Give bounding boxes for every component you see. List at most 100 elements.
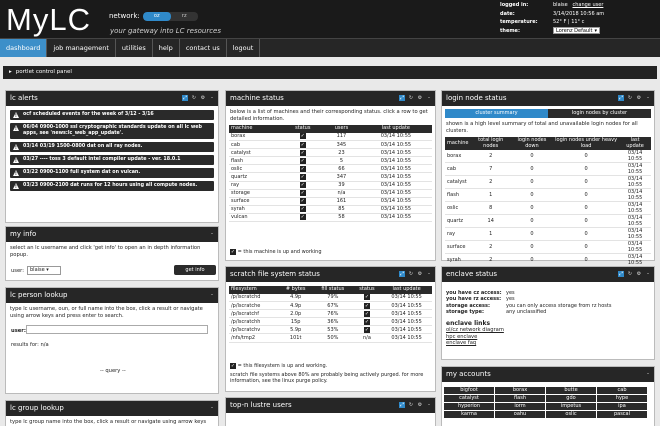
- refresh-icon[interactable]: ↻: [408, 95, 414, 101]
- alert-item[interactable]: 03/14 03/19 1500-0800 dat on all ray nod…: [10, 142, 214, 152]
- alert-item[interactable]: 06/04 0900-1000 ssl cryptographic standa…: [10, 123, 214, 139]
- machine-name: vulcan: [229, 213, 283, 223]
- nav-job-management[interactable]: job management: [47, 39, 116, 57]
- table-row[interactable]: surface 2 0 0 03/14 10:55: [445, 240, 651, 254]
- table-row[interactable]: flash ✓ 5 03/14 10:55: [229, 156, 432, 166]
- account-badge[interactable]: hyperion: [444, 403, 494, 410]
- table-row[interactable]: ray 1 0 0 03/14 10:55: [445, 227, 651, 241]
- table-row[interactable]: catalyst 2 0 0 03/14 10:55: [445, 175, 651, 189]
- account-badge[interactable]: karma: [444, 411, 494, 418]
- refresh-icon[interactable]: ↻: [191, 95, 197, 101]
- nav-help[interactable]: help: [153, 39, 180, 57]
- table-row[interactable]: syrah ✓ 85 03/14 10:55: [229, 205, 432, 214]
- refresh-icon[interactable]: ↻: [627, 271, 633, 277]
- alert-item[interactable]: 03/22 0900-1100 full system dat on vulca…: [10, 168, 214, 178]
- account-badge[interactable]: ipa: [597, 403, 647, 410]
- table-row[interactable]: borax 2 0 0 03/14 10:55: [445, 150, 651, 163]
- change-user-link[interactable]: change user: [572, 2, 603, 8]
- user-select[interactable]: blaise ▾: [27, 266, 61, 275]
- theme-select[interactable]: Lorenz Default ▾: [553, 27, 600, 35]
- heavy-load-cell: 0: [552, 253, 620, 267]
- network-option-rz[interactable]: rz: [171, 12, 199, 21]
- minimize-icon[interactable]: –: [209, 292, 215, 298]
- expand-icon[interactable]: ⤢: [182, 95, 188, 101]
- tab-login-nodes-by-cluster[interactable]: login nodes by cluster: [548, 109, 651, 118]
- alert-item[interactable]: 03/27 ---- toss 3 default intel compiler…: [10, 155, 214, 165]
- get-info-button[interactable]: get info: [174, 265, 216, 275]
- account-badge[interactable]: pascal: [597, 411, 647, 418]
- table-row[interactable]: oslic 8 0 0 03/14 10:55: [445, 201, 651, 215]
- table-row[interactable]: /nfs/tmp2 101t 50% n/a 03/14 10:55: [229, 333, 432, 343]
- minimize-icon[interactable]: –: [645, 271, 651, 277]
- table-row[interactable]: quartz ✓ 347 03/14 10:55: [229, 172, 432, 182]
- table-row[interactable]: /p/lscratche 4.9p 67% ✓ 03/14 10:55: [229, 301, 432, 311]
- app-logo[interactable]: MyLC: [6, 2, 91, 38]
- settings-icon[interactable]: ⚙: [417, 271, 423, 277]
- network-option-oz[interactable]: oz: [143, 12, 171, 21]
- minimize-icon[interactable]: –: [209, 231, 215, 237]
- table-row[interactable]: storage ✓ n/a 03/14 10:55: [229, 189, 432, 198]
- status-cell: ✓: [282, 164, 324, 174]
- settings-icon[interactable]: ⚙: [417, 95, 423, 101]
- table-row[interactable]: cab ✓ 345 03/14 10:55: [229, 140, 432, 150]
- table-row[interactable]: cab 7 0 0 03/14 10:55: [445, 162, 651, 176]
- minimize-icon[interactable]: –: [426, 271, 432, 277]
- portlet-control-panel[interactable]: ▸ portlet control panel: [3, 66, 657, 79]
- nav-logout[interactable]: logout: [227, 39, 261, 57]
- table-row[interactable]: catalyst ✓ 23 03/14 10:55: [229, 148, 432, 158]
- table-row[interactable]: ray ✓ 39 03/14 10:55: [229, 181, 432, 190]
- table-row[interactable]: syrah 2 0 0 03/14 10:55: [445, 253, 651, 267]
- minimize-icon[interactable]: –: [426, 95, 432, 101]
- nav-utilities[interactable]: utilities: [116, 39, 153, 57]
- nav-dashboard[interactable]: dashboard: [0, 39, 48, 57]
- table-row[interactable]: /p/lscratchd 4.9p 79% ✓ 03/14 10:55: [229, 293, 432, 303]
- table-row[interactable]: /p/lscratchh 15p 36% ✓ 03/14 10:55: [229, 317, 432, 327]
- account-badge[interactable]: hype: [597, 395, 647, 402]
- minimize-icon[interactable]: –: [426, 402, 432, 408]
- table-row[interactable]: borax ✓ 117 03/14 10:55: [229, 132, 432, 142]
- refresh-icon[interactable]: ↻: [408, 271, 414, 277]
- network-toggle[interactable]: oz rz: [143, 12, 198, 21]
- table-row[interactable]: vulcan ✓ 58 03/14 10:55: [229, 213, 432, 223]
- table-row[interactable]: flash 1 0 0 03/14 10:55: [445, 188, 651, 202]
- fill-status-cell: 36%: [313, 317, 353, 327]
- account-badge[interactable]: oslic: [546, 411, 596, 418]
- account-badge[interactable]: impetus: [546, 403, 596, 410]
- person-search-input[interactable]: [26, 325, 208, 334]
- refresh-icon[interactable]: ↻: [408, 402, 414, 408]
- settings-icon[interactable]: ⚙: [417, 402, 423, 408]
- alert-item[interactable]: 03/23 0900-2100 dat runs for 12 hours us…: [10, 181, 214, 191]
- nav-contact-us[interactable]: contact us: [180, 39, 227, 57]
- expand-icon[interactable]: ⤢: [399, 95, 405, 101]
- table-row[interactable]: oslic ✓ 66 03/14 10:55: [229, 164, 432, 174]
- account-badge[interactable]: gdo: [546, 395, 596, 402]
- enclave-link[interactable]: enclave faq: [446, 340, 650, 347]
- account-badge[interactable]: flash: [495, 395, 545, 402]
- temperature-label: temperature:: [500, 19, 538, 26]
- account-badge[interactable]: catalyst: [444, 395, 494, 402]
- minimize-icon[interactable]: –: [645, 371, 651, 377]
- minimize-icon[interactable]: –: [209, 405, 215, 411]
- expand-icon[interactable]: ⤢: [399, 402, 405, 408]
- alert-item[interactable]: ocf scheduled events for the week of 3/1…: [10, 110, 214, 120]
- account-badge[interactable]: iorm: [495, 403, 545, 410]
- expand-icon[interactable]: ⤢: [399, 271, 405, 277]
- refresh-icon[interactable]: ↻: [627, 95, 633, 101]
- table-row[interactable]: surface ✓ 161 03/14 10:55: [229, 197, 432, 206]
- expand-icon[interactable]: ⤢: [618, 95, 624, 101]
- minimize-icon[interactable]: –: [645, 95, 651, 101]
- account-badge[interactable]: bigfoot: [444, 387, 494, 394]
- settings-icon[interactable]: ⚙: [636, 95, 642, 101]
- table-row[interactable]: /p/lscratchf 2.0p 76% ✓ 03/14 10:55: [229, 309, 432, 319]
- account-badge[interactable]: butte: [546, 387, 596, 394]
- settings-icon[interactable]: ⚙: [200, 95, 206, 101]
- account-badge[interactable]: cab: [597, 387, 647, 394]
- table-row[interactable]: quartz 14 0 0 03/14 10:55: [445, 214, 651, 228]
- expand-icon[interactable]: ⤢: [618, 271, 624, 277]
- account-badge[interactable]: oahu: [495, 411, 545, 418]
- tab-cluster-summary[interactable]: cluster summary: [445, 109, 548, 118]
- account-badge[interactable]: borax: [495, 387, 545, 394]
- table-row[interactable]: /p/lscratchv 5.9p 53% ✓ 03/14 10:55: [229, 325, 432, 335]
- settings-icon[interactable]: ⚙: [636, 271, 642, 277]
- minimize-icon[interactable]: –: [209, 95, 215, 101]
